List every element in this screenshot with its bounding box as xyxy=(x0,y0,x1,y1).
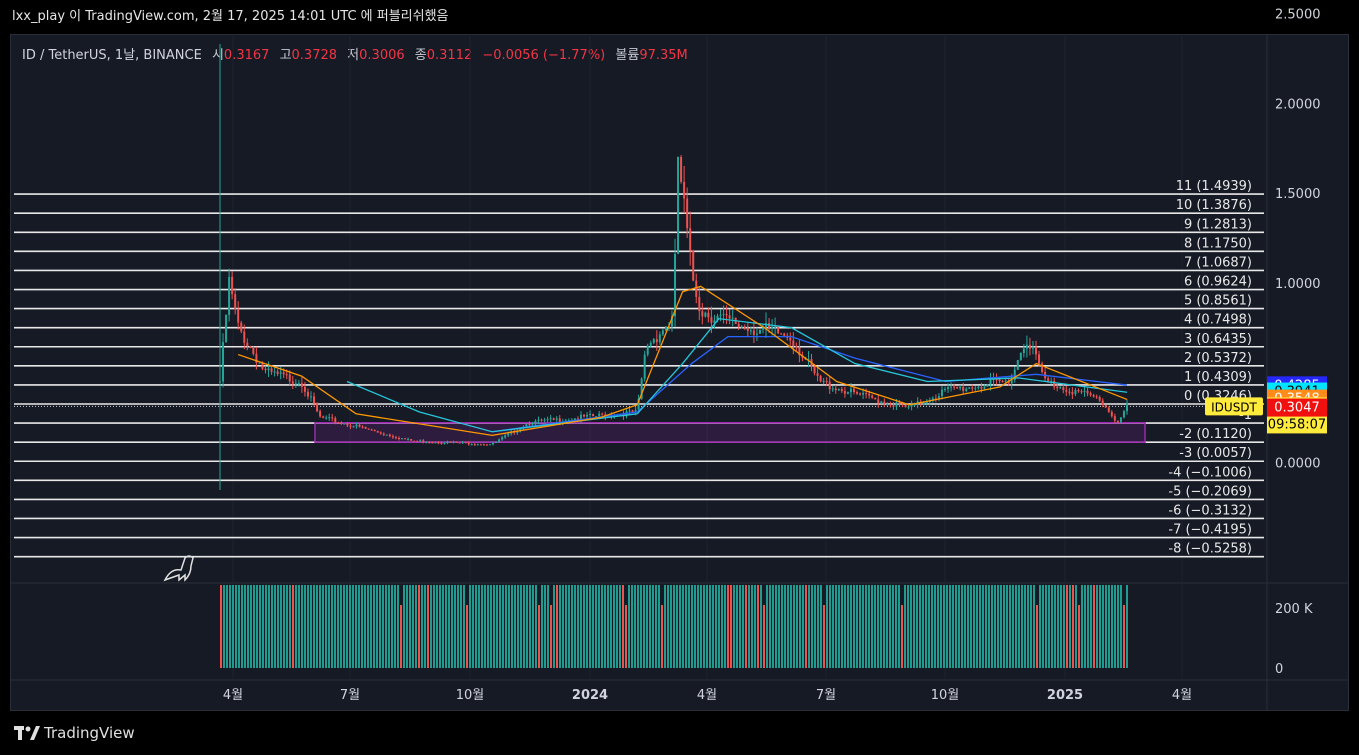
legend-open: 0.3167 xyxy=(223,48,270,63)
legend-close: 0.3112 xyxy=(426,48,473,63)
legend-close-label: 종 xyxy=(414,48,427,63)
legend-high-label: 고 xyxy=(279,48,292,63)
legend-open-label: 시 xyxy=(211,48,224,63)
tradingview-icon xyxy=(14,726,40,740)
legend-low: 0.3006 xyxy=(359,48,405,63)
legend-volume: 97.35M xyxy=(639,48,688,63)
legend-high: 0.3728 xyxy=(291,48,338,63)
legend-volume-label: 볼륨 xyxy=(615,48,640,63)
ohlc-legend: ID / TetherUS, 1날, BINANCE 시0.3167 고0.37… xyxy=(22,44,688,63)
legend-low-label: 저 xyxy=(347,48,360,63)
publish-caption: lxx_play 이 TradingView.com, 2월 17, 2025 … xyxy=(0,0,1359,34)
tradingview-logo[interactable]: TradingView xyxy=(14,724,135,742)
legend-change: −0.0056 (−1.77%) xyxy=(482,48,606,63)
chart-frame xyxy=(10,34,1349,711)
legend-symbol: ID / TetherUS, 1날, BINANCE xyxy=(22,48,202,63)
brand-name: TradingView xyxy=(44,724,135,742)
